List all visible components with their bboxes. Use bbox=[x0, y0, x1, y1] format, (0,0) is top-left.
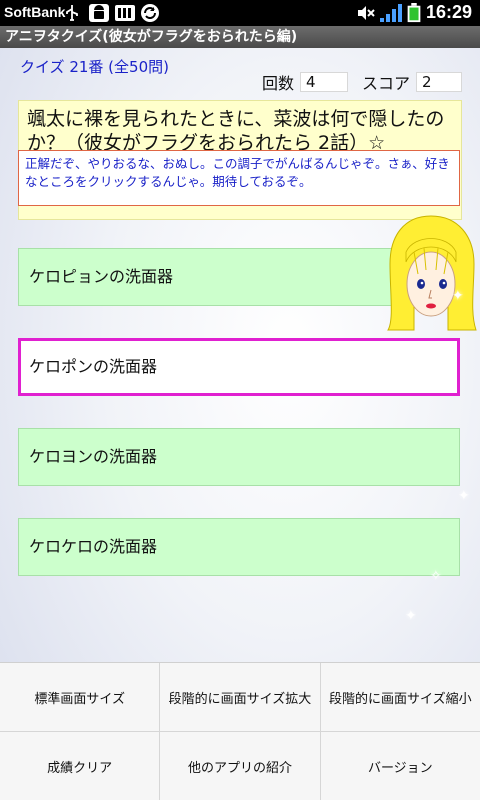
menu-item-standard-size[interactable]: 標準画面サイズ bbox=[0, 663, 161, 731]
score-label: スコア bbox=[361, 74, 410, 93]
android-debug-icon bbox=[89, 4, 109, 22]
usb-icon bbox=[66, 5, 78, 21]
answer-option-3[interactable]: ケロヨンの洗面器 bbox=[18, 428, 460, 486]
answer-option-2[interactable]: ケロポンの洗面器 bbox=[18, 338, 460, 396]
feedback-comment: 正解だぞ、やりおるな、おぬし。この調子でがんばるんじゃぞ。さぁ、好きなところをク… bbox=[18, 150, 460, 206]
status-bar: SoftBank 16:29 bbox=[0, 0, 480, 26]
menu-item-clear-score[interactable]: 成績クリア bbox=[0, 732, 161, 800]
answer-option-4[interactable]: ケロケロの洗面器 bbox=[18, 518, 460, 576]
sync-icon bbox=[141, 4, 159, 22]
carrier-label: SoftBank bbox=[4, 4, 66, 20]
menu-item-version[interactable]: バージョン bbox=[321, 732, 480, 800]
sparkle-decoration: ✦ bbox=[440, 378, 452, 394]
options-menu-row: 成績クリア 他のアプリの紹介 バージョン bbox=[0, 732, 480, 800]
sparkle-decoration: ✦ bbox=[452, 288, 464, 304]
question-text: 颯太に裸を見られたときに、菜波は何で隠したのか？（彼女がフラグをおられたら 2話… bbox=[27, 108, 445, 154]
menu-item-zoom-in[interactable]: 段階的に画面サイズ拡大 bbox=[160, 663, 321, 731]
sparkle-decoration: ✦ bbox=[405, 608, 417, 624]
signal-icon bbox=[380, 4, 402, 22]
sd-card-icon bbox=[115, 5, 135, 21]
menu-item-other-apps[interactable]: 他のアプリの紹介 bbox=[160, 732, 321, 800]
attempts-value: 4 bbox=[299, 72, 348, 92]
battery-icon bbox=[407, 3, 421, 23]
score-value: 2 bbox=[416, 72, 462, 92]
attempts-label: 回数 bbox=[261, 74, 294, 93]
sparkle-decoration: ✦ bbox=[458, 488, 470, 504]
options-menu: 標準画面サイズ 段階的に画面サイズ拡大 段階的に画面サイズ縮小 成績クリア 他の… bbox=[0, 662, 480, 800]
character-avatar bbox=[387, 215, 477, 331]
clock: 16:29 bbox=[425, 2, 472, 22]
quiz-number-label: クイズ 21番 (全50問) bbox=[20, 58, 169, 76]
score-area: 回数 4 スコア 2 bbox=[262, 70, 462, 94]
mute-icon bbox=[358, 6, 375, 20]
menu-item-zoom-out[interactable]: 段階的に画面サイズ縮小 bbox=[321, 663, 480, 731]
app-title-bar: アニヲタクイズ(彼女がフラグをおられたら編) bbox=[0, 26, 480, 48]
options-menu-row: 標準画面サイズ 段階的に画面サイズ拡大 段階的に画面サイズ縮小 bbox=[0, 663, 480, 732]
sparkle-decoration: ✧ bbox=[430, 568, 442, 584]
